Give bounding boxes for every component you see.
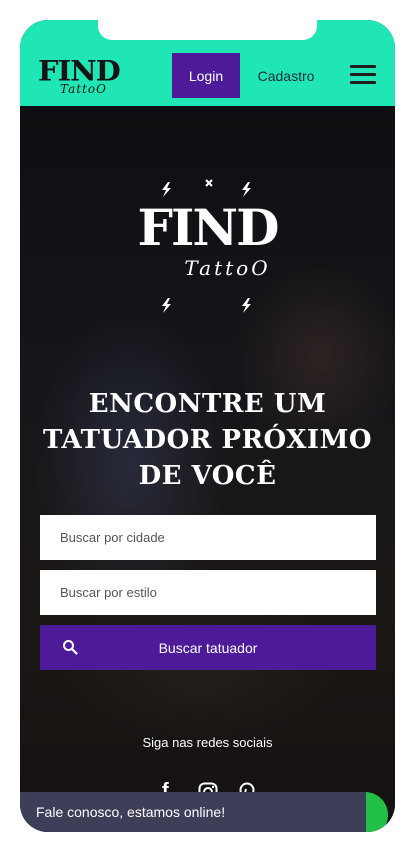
headline-line-2: TATUADOR PRÓXIMO xyxy=(42,425,373,455)
login-button[interactable]: Login xyxy=(172,53,240,98)
site-logo[interactable]: FIND TattoO xyxy=(38,54,132,98)
headline-line-3: DE VOCÊ xyxy=(138,461,277,491)
notch xyxy=(98,20,317,40)
style-search-input[interactable] xyxy=(40,570,376,615)
chat-widget-bar[interactable]: Fale conosco, estamos online! xyxy=(20,792,366,832)
social-follow-title: Siga nas redes sociais xyxy=(142,735,273,750)
search-tattoo-artist-button[interactable]: Buscar tatuador xyxy=(40,625,376,670)
hero-headline: ENCONTRE UM TATUADOR PRÓXIMO DE VOCÊ xyxy=(30,386,385,494)
hero-section: FIND TattoO ENCONTRE UM TATUADOR PRÓXIMO… xyxy=(20,106,395,832)
hero-logo-find-text: FIND xyxy=(137,198,280,257)
hamburger-menu-icon[interactable] xyxy=(350,65,376,87)
register-link[interactable]: Cadastro xyxy=(248,53,324,98)
hero-logo-tattoo-text: TattoO xyxy=(184,256,271,280)
logo-tattoo-text: TattoO xyxy=(60,82,107,96)
city-search-input[interactable] xyxy=(40,515,376,560)
phone-screen: FIND TattoO Login Cadastro FIND TattoO E… xyxy=(20,20,395,832)
chat-label: Fale conosco, estamos online! xyxy=(36,804,226,820)
search-icon xyxy=(63,640,78,655)
headline-line-1: ENCONTRE UM xyxy=(88,389,327,419)
search-button-label: Buscar tatuador xyxy=(158,639,258,656)
hero-logo: FIND TattoO xyxy=(120,174,295,334)
